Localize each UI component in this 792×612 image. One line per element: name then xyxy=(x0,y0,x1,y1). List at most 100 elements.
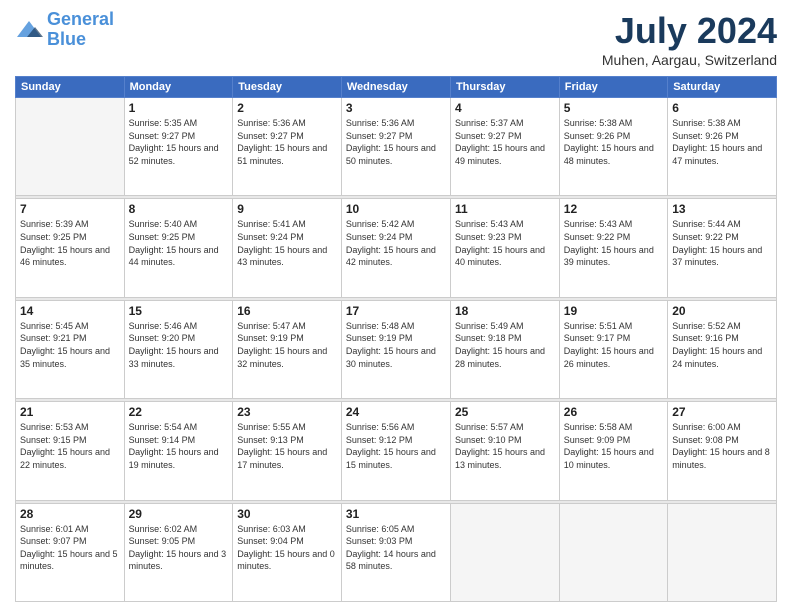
day-info: Sunrise: 5:52 AM Sunset: 9:16 PM Dayligh… xyxy=(672,320,772,370)
table-row: 21Sunrise: 5:53 AM Sunset: 9:15 PM Dayli… xyxy=(16,402,125,500)
day-number: 1 xyxy=(129,101,229,115)
day-number: 9 xyxy=(237,202,337,216)
day-info: Sunrise: 6:01 AM Sunset: 9:07 PM Dayligh… xyxy=(20,523,120,573)
th-saturday: Saturday xyxy=(668,77,777,98)
day-info: Sunrise: 6:02 AM Sunset: 9:05 PM Dayligh… xyxy=(129,523,229,573)
th-tuesday: Tuesday xyxy=(233,77,342,98)
title-area: July 2024 Muhen, Aargau, Switzerland xyxy=(602,10,777,68)
day-info: Sunrise: 6:00 AM Sunset: 9:08 PM Dayligh… xyxy=(672,421,772,471)
table-row: 30 Sunrise: 6:03 AM Sunset: 9:04 PM Dayli… xyxy=(233,503,342,601)
day-info: Sunrise: 5:40 AM Sunset: 9:25 PM Dayligh… xyxy=(129,218,229,268)
day-number: 19 xyxy=(564,304,663,318)
day-info: Sunrise: 5:39 AM Sunset: 9:25 PM Dayligh… xyxy=(20,218,120,268)
day-info: Sunrise: 5:48 AM Sunset: 9:19 PM Dayligh… xyxy=(346,320,446,370)
day-number: 16 xyxy=(237,304,337,318)
table-row: 6 Sunrise: 5:38 AM Sunset: 9:26 PM Daylig… xyxy=(668,98,777,196)
day-number: 31 xyxy=(346,507,446,521)
table-row: 29 Sunrise: 6:02 AM Sunset: 9:05 PM Dayli… xyxy=(124,503,233,601)
logo: General Blue xyxy=(15,10,114,50)
day-info: Sunrise: 5:41 AM Sunset: 9:24 PM Dayligh… xyxy=(237,218,337,268)
day-info: Sunrise: 5:45 AM Sunset: 9:21 PM Dayligh… xyxy=(20,320,120,370)
day-info: Sunrise: 5:58 AM Sunset: 9:09 PM Dayligh… xyxy=(564,421,663,471)
day-number: 17 xyxy=(346,304,446,318)
table-row: 1 Sunrise: 5:35 AM Sunset: 9:27 PM Daylig… xyxy=(124,98,233,196)
table-row: 23 Sunrise: 5:55 AM Sunset: 9:13 PM Dayli… xyxy=(233,402,342,500)
day-info: Sunrise: 5:38 AM Sunset: 9:26 PM Dayligh… xyxy=(564,117,663,167)
day-number: 6 xyxy=(672,101,772,115)
table-row xyxy=(16,98,125,196)
table-row: 17 Sunrise: 5:48 AM Sunset: 9:19 PM Dayli… xyxy=(341,300,450,398)
day-number: 14 xyxy=(20,304,120,318)
day-info: Sunrise: 5:57 AM Sunset: 9:10 PM Dayligh… xyxy=(455,421,555,471)
day-info: Sunrise: 5:51 AM Sunset: 9:17 PM Dayligh… xyxy=(564,320,663,370)
table-row: 22 Sunrise: 5:54 AM Sunset: 9:14 PM Dayli… xyxy=(124,402,233,500)
day-info: Sunrise: 5:56 AM Sunset: 9:12 PM Dayligh… xyxy=(346,421,446,471)
day-number: 12 xyxy=(564,202,663,216)
day-info: Sunrise: 5:38 AM Sunset: 9:26 PM Dayligh… xyxy=(672,117,772,167)
day-number: 4 xyxy=(455,101,555,115)
day-number: 7 xyxy=(20,202,120,216)
table-row: 13 Sunrise: 5:44 AM Sunset: 9:22 PM Dayli… xyxy=(668,199,777,297)
table-row: 20 Sunrise: 5:52 AM Sunset: 9:16 PM Dayli… xyxy=(668,300,777,398)
table-row: 26 Sunrise: 5:58 AM Sunset: 9:09 PM Dayli… xyxy=(559,402,667,500)
logo-icon xyxy=(15,19,43,41)
th-thursday: Thursday xyxy=(450,77,559,98)
day-number: 8 xyxy=(129,202,229,216)
day-info: Sunrise: 5:49 AM Sunset: 9:18 PM Dayligh… xyxy=(455,320,555,370)
table-row xyxy=(668,503,777,601)
day-info: Sunrise: 6:03 AM Sunset: 9:04 PM Dayligh… xyxy=(237,523,337,573)
table-row: 11Sunrise: 5:43 AM Sunset: 9:23 PM Dayli… xyxy=(450,199,559,297)
table-row xyxy=(559,503,667,601)
day-info: Sunrise: 5:54 AM Sunset: 9:14 PM Dayligh… xyxy=(129,421,229,471)
day-number: 25 xyxy=(455,405,555,419)
day-number: 10 xyxy=(346,202,446,216)
day-info: Sunrise: 5:42 AM Sunset: 9:24 PM Dayligh… xyxy=(346,218,446,268)
day-info: Sunrise: 5:55 AM Sunset: 9:13 PM Dayligh… xyxy=(237,421,337,471)
th-monday: Monday xyxy=(124,77,233,98)
logo-blue: Blue xyxy=(47,29,86,49)
table-row: 14 Sunrise: 5:45 AM Sunset: 9:21 PM Dayli… xyxy=(16,300,125,398)
calendar-week-row: 21Sunrise: 5:53 AM Sunset: 9:15 PM Dayli… xyxy=(16,402,777,500)
logo-general: General xyxy=(47,9,114,29)
calendar-header-row: Sunday Monday Tuesday Wednesday Thursday… xyxy=(16,77,777,98)
day-number: 26 xyxy=(564,405,663,419)
table-row: 25 Sunrise: 5:57 AM Sunset: 9:10 PM Dayli… xyxy=(450,402,559,500)
table-row: 7 Sunrise: 5:39 AM Sunset: 9:25 PM Daylig… xyxy=(16,199,125,297)
day-number: 22 xyxy=(129,405,229,419)
table-row: 4 Sunrise: 5:37 AM Sunset: 9:27 PM Daylig… xyxy=(450,98,559,196)
calendar-week-row: 28Sunrise: 6:01 AM Sunset: 9:07 PM Dayli… xyxy=(16,503,777,601)
day-number: 23 xyxy=(237,405,337,419)
table-row: 15 Sunrise: 5:46 AM Sunset: 9:20 PM Dayli… xyxy=(124,300,233,398)
day-info: Sunrise: 5:43 AM Sunset: 9:22 PM Dayligh… xyxy=(564,218,663,268)
table-row: 18Sunrise: 5:49 AM Sunset: 9:18 PM Dayli… xyxy=(450,300,559,398)
day-number: 13 xyxy=(672,202,772,216)
day-number: 29 xyxy=(129,507,229,521)
table-row: 8 Sunrise: 5:40 AM Sunset: 9:25 PM Daylig… xyxy=(124,199,233,297)
day-info: Sunrise: 5:35 AM Sunset: 9:27 PM Dayligh… xyxy=(129,117,229,167)
day-info: Sunrise: 5:46 AM Sunset: 9:20 PM Dayligh… xyxy=(129,320,229,370)
calendar-table: Sunday Monday Tuesday Wednesday Thursday… xyxy=(15,76,777,602)
page: General Blue July 2024 Muhen, Aargau, Sw… xyxy=(0,0,792,612)
table-row: 28Sunrise: 6:01 AM Sunset: 9:07 PM Dayli… xyxy=(16,503,125,601)
day-number: 3 xyxy=(346,101,446,115)
day-number: 27 xyxy=(672,405,772,419)
day-number: 20 xyxy=(672,304,772,318)
th-sunday: Sunday xyxy=(16,77,125,98)
table-row: 31Sunrise: 6:05 AM Sunset: 9:03 PM Dayli… xyxy=(341,503,450,601)
logo-text: General Blue xyxy=(47,10,114,50)
calendar-week-row: 14 Sunrise: 5:45 AM Sunset: 9:21 PM Dayli… xyxy=(16,300,777,398)
day-number: 5 xyxy=(564,101,663,115)
th-friday: Friday xyxy=(559,77,667,98)
day-number: 30 xyxy=(237,507,337,521)
table-row: 10 Sunrise: 5:42 AM Sunset: 9:24 PM Dayli… xyxy=(341,199,450,297)
day-number: 15 xyxy=(129,304,229,318)
table-row: 12 Sunrise: 5:43 AM Sunset: 9:22 PM Dayli… xyxy=(559,199,667,297)
day-info: Sunrise: 5:44 AM Sunset: 9:22 PM Dayligh… xyxy=(672,218,772,268)
table-row: 9 Sunrise: 5:41 AM Sunset: 9:24 PM Daylig… xyxy=(233,199,342,297)
location: Muhen, Aargau, Switzerland xyxy=(602,52,777,68)
calendar-week-row: 1 Sunrise: 5:35 AM Sunset: 9:27 PM Daylig… xyxy=(16,98,777,196)
th-wednesday: Wednesday xyxy=(341,77,450,98)
day-number: 24 xyxy=(346,405,446,419)
table-row: 3Sunrise: 5:36 AM Sunset: 9:27 PM Daylig… xyxy=(341,98,450,196)
day-info: Sunrise: 5:37 AM Sunset: 9:27 PM Dayligh… xyxy=(455,117,555,167)
